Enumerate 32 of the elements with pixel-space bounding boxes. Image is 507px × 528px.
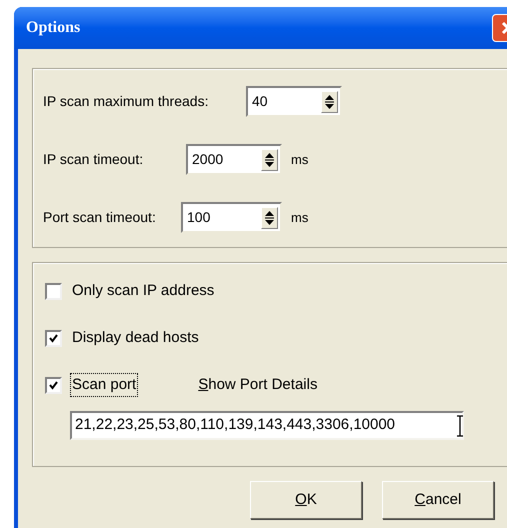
dialog-button[interactable]: Cancel xyxy=(382,481,494,519)
ports-value: 21,22,23,25,53,80,110,139,143,443,3306,10000 xyxy=(75,415,396,436)
spinner-arrows[interactable] xyxy=(261,206,278,228)
check-icon xyxy=(49,334,58,342)
spinner-arrows[interactable] xyxy=(261,148,278,170)
show-port-details-link[interactable]: Show Port Details xyxy=(198,374,318,396)
dialog-button[interactable]: OK xyxy=(250,481,362,519)
checkbox[interactable] xyxy=(45,330,62,346)
up-down-arrow-icon xyxy=(265,210,274,224)
up-down-arrow-icon xyxy=(265,152,274,166)
spin-field[interactable]: 40 xyxy=(246,86,342,117)
spin-value: 2000 xyxy=(192,150,224,169)
checkbox-label[interactable]: Scan port xyxy=(70,372,138,398)
checkbox-label[interactable]: Display dead hosts xyxy=(70,326,201,350)
setting-label: IP scan maximum threads: xyxy=(43,92,210,111)
unit-label: ms xyxy=(291,208,308,227)
checkbox[interactable] xyxy=(45,282,62,300)
spin-field[interactable]: 100 xyxy=(181,202,282,233)
check-icon xyxy=(49,380,58,390)
up-down-arrow-icon xyxy=(325,94,334,108)
checkbox[interactable] xyxy=(45,376,62,394)
spin-value: 40 xyxy=(252,92,268,111)
setting-label: Port scan timeout: xyxy=(43,208,157,227)
text-cursor-icon xyxy=(456,414,464,436)
window-title: Options xyxy=(26,18,80,38)
ports-field[interactable]: 21,22,23,25,53,80,110,139,143,443,3306,10000 xyxy=(70,411,464,440)
spin-field[interactable]: 2000 xyxy=(186,144,282,175)
spinner-arrows[interactable] xyxy=(321,90,338,112)
checkbox-label[interactable]: Only scan IP address xyxy=(70,278,216,304)
spin-value: 100 xyxy=(187,208,210,227)
unit-label: ms xyxy=(291,150,308,169)
setting-label: IP scan timeout: xyxy=(43,150,144,169)
